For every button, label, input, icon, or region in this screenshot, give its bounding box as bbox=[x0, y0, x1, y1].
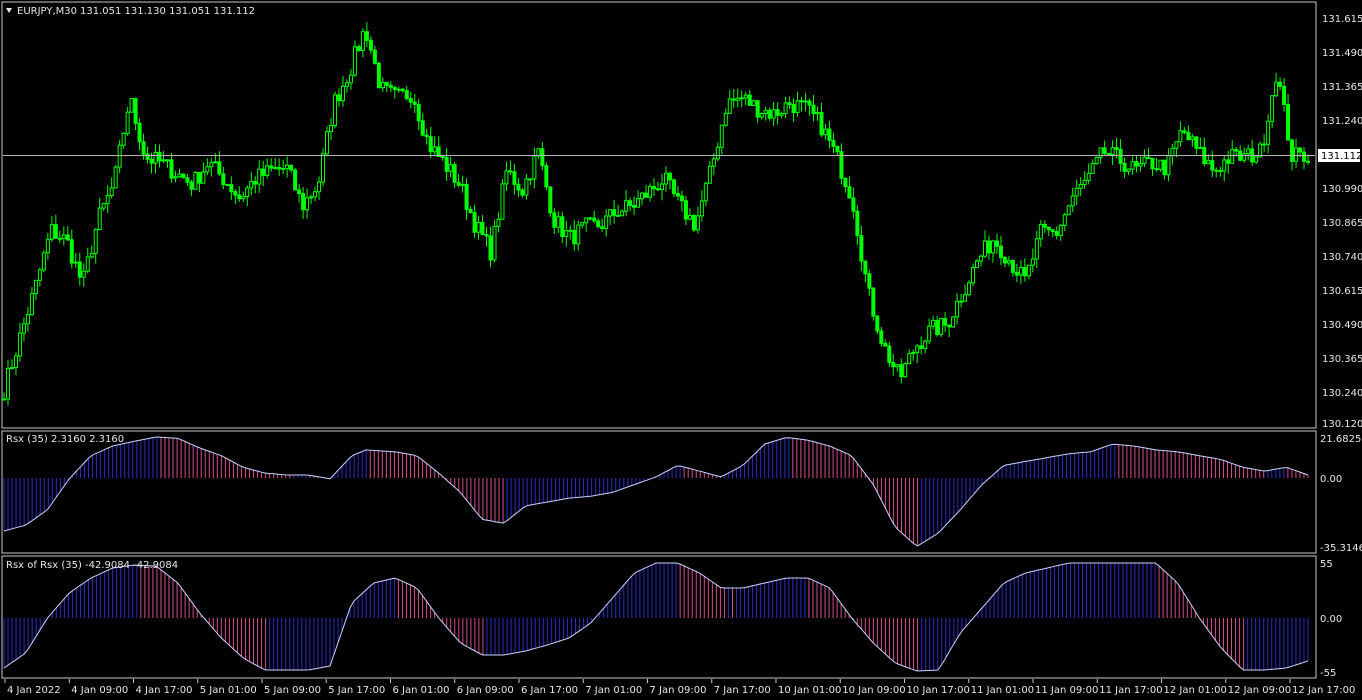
symbol-header[interactable]: EURJPY,M30 131.051 131.130 131.051 131.1… bbox=[6, 6, 255, 17]
candle bbox=[129, 98, 134, 113]
candle bbox=[193, 171, 198, 190]
time-tick-label: 7 Jan 01:00 bbox=[585, 685, 642, 696]
price-tick-label: 131.365 bbox=[1322, 82, 1362, 93]
time-tick-label: 10 Jan 01:00 bbox=[778, 685, 841, 696]
time-tick-label: 5 Jan 09:00 bbox=[264, 685, 321, 696]
time-tick-label: 5 Jan 17:00 bbox=[328, 685, 385, 696]
time-tick-label: 12 Jan 09:00 bbox=[1228, 685, 1291, 696]
price-tick-label: 130.490 bbox=[1322, 320, 1362, 331]
price-tick-label: 131.615 bbox=[1322, 14, 1362, 25]
price-tick-label: 130.740 bbox=[1322, 252, 1362, 263]
rsx-of-rsx-scale-label: 55 bbox=[1320, 559, 1333, 570]
ohlc-readout: 131.051 131.130 131.051 131.112 bbox=[80, 6, 255, 17]
price-tick-label: 130.990 bbox=[1322, 184, 1362, 195]
candle bbox=[500, 179, 505, 220]
time-tick-label: 10 Jan 17:00 bbox=[907, 685, 970, 696]
candle bbox=[113, 165, 118, 189]
rsx-of-rsx-panel-label: Rsx of Rsx (35) -42.9084 -42.9084 bbox=[6, 560, 178, 571]
candle bbox=[1066, 204, 1071, 216]
symbol-label: EURJPY,M30 bbox=[17, 6, 77, 17]
price-tick-label: 131.240 bbox=[1322, 116, 1362, 127]
candle bbox=[41, 250, 46, 273]
rsx-scale-label: -35.3146 bbox=[1320, 543, 1362, 554]
rsx-panel-label: Rsx (35) 2.3160 2.3160 bbox=[6, 434, 124, 445]
candle bbox=[939, 318, 944, 337]
candle bbox=[321, 148, 326, 187]
candle bbox=[875, 315, 880, 335]
chart-background bbox=[0, 0, 1362, 700]
candle bbox=[903, 362, 908, 378]
time-tick-label: 6 Jan 01:00 bbox=[393, 685, 450, 696]
time-tick-label: 12 Jan 01:00 bbox=[1164, 685, 1227, 696]
trading-chart[interactable]: EURJPY,M30 131.051 131.130 131.051 131.1… bbox=[0, 0, 1362, 700]
time-tick-label: 4 Jan 2022 bbox=[7, 685, 61, 696]
rsx-of-rsx-scale-label: 0.00 bbox=[1320, 614, 1342, 625]
rsx-scale-label: 21.6825 bbox=[1320, 434, 1361, 445]
candle bbox=[691, 213, 696, 232]
price-tick-label: 130.615 bbox=[1322, 286, 1362, 297]
time-tick-label: 4 Jan 17:00 bbox=[136, 685, 193, 696]
time-tick-label: 11 Jan 01:00 bbox=[971, 685, 1034, 696]
candle bbox=[1094, 156, 1099, 165]
candle bbox=[548, 186, 553, 217]
rsx-of-rsx-scale-label: -55 bbox=[1320, 668, 1336, 679]
candle bbox=[967, 280, 972, 297]
time-tick-label: 6 Jan 09:00 bbox=[457, 685, 514, 696]
time-tick-label: 7 Jan 09:00 bbox=[650, 685, 707, 696]
current-price-marker: 131.112 bbox=[1318, 149, 1362, 162]
price-tick-label: 130.240 bbox=[1322, 388, 1362, 399]
time-tick-label: 12 Jan 17:00 bbox=[1292, 685, 1355, 696]
time-tick-label: 5 Jan 01:00 bbox=[200, 685, 257, 696]
candle bbox=[492, 220, 497, 263]
time-tick-label: 11 Jan 17:00 bbox=[1099, 685, 1162, 696]
rsx-scale-label: 0.00 bbox=[1320, 474, 1342, 485]
candle bbox=[871, 287, 876, 321]
candle bbox=[376, 61, 381, 89]
current-price-label: 131.112 bbox=[1321, 151, 1362, 162]
price-tick-label: 130.120 bbox=[1322, 419, 1362, 430]
candle bbox=[544, 162, 549, 191]
candle bbox=[751, 99, 756, 107]
candle bbox=[293, 167, 298, 191]
candle bbox=[951, 315, 956, 328]
candle bbox=[332, 91, 337, 129]
time-tick-label: 10 Jan 09:00 bbox=[842, 685, 905, 696]
time-tick-label: 6 Jan 17:00 bbox=[521, 685, 578, 696]
price-tick-label: 130.865 bbox=[1322, 218, 1362, 229]
price-tick-label: 130.365 bbox=[1322, 354, 1362, 365]
candle bbox=[1106, 152, 1111, 156]
time-tick-label: 7 Jan 17:00 bbox=[714, 685, 771, 696]
candle bbox=[181, 173, 186, 179]
time-tick-label: 4 Jan 09:00 bbox=[71, 685, 128, 696]
price-tick-label: 131.490 bbox=[1322, 48, 1362, 59]
time-tick-label: 11 Jan 09:00 bbox=[1035, 685, 1098, 696]
